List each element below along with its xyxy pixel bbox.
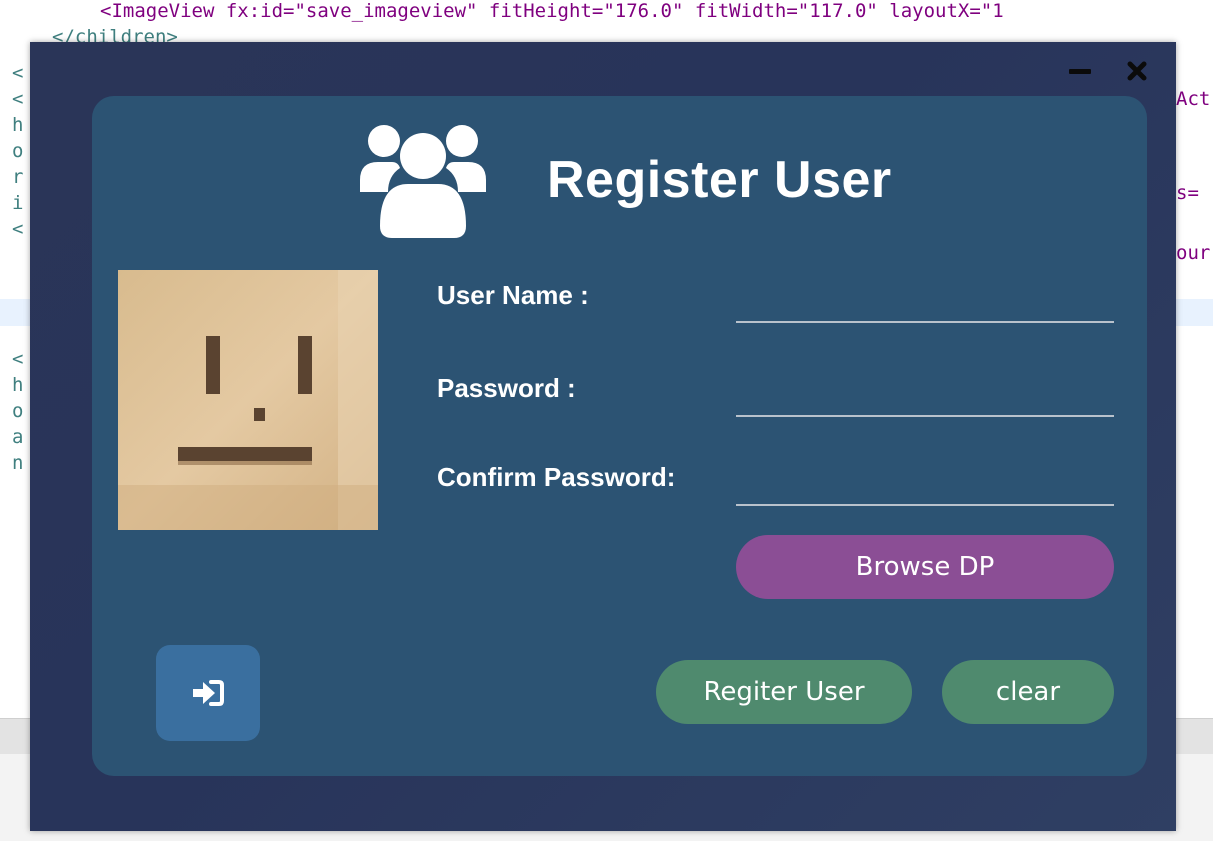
back-login-button[interactable] — [156, 645, 260, 741]
register-user-window: Register User User Name : Password : Con… — [30, 42, 1176, 831]
ide-code-line: a — [12, 426, 24, 448]
form-card: Register User User Name : Password : Con… — [92, 96, 1147, 776]
sign-in-arrow-icon — [193, 680, 224, 706]
ide-code-line: r — [12, 166, 24, 188]
profile-picture — [118, 270, 378, 530]
close-icon — [1127, 61, 1147, 81]
password-label: Password : — [437, 373, 576, 403]
ide-code-line: our — [1176, 242, 1211, 264]
ide-code-line: < — [12, 348, 24, 370]
page-title: Register User — [547, 151, 892, 209]
ide-code-line: i — [12, 192, 24, 214]
ide-code-line: s= — [1176, 182, 1199, 204]
minimize-icon — [1069, 68, 1091, 74]
ide-code-line: o — [12, 140, 24, 162]
clear-button[interactable]: clear — [942, 660, 1114, 724]
ide-code-line: < — [12, 62, 24, 84]
register-user-button[interactable]: Regiter User — [656, 660, 912, 724]
confirm-password-label: Confirm Password: — [437, 462, 676, 492]
user-name-label: User Name : — [437, 280, 589, 310]
ide-code-line: o — [12, 400, 24, 422]
password-input[interactable] — [736, 377, 1114, 417]
user-name-input[interactable] — [736, 283, 1114, 323]
ide-code-line: < — [12, 88, 24, 110]
browse-dp-button[interactable]: Browse DP — [736, 535, 1114, 599]
ide-code-line: Act — [1176, 88, 1211, 110]
ide-code-line: < — [12, 218, 24, 240]
minimize-button[interactable] — [1066, 58, 1094, 84]
close-button[interactable] — [1123, 58, 1151, 84]
ide-code-line: <ImageView fx:id="save_imageview" fitHei… — [100, 0, 1004, 22]
ide-code-line: n — [12, 452, 24, 474]
confirm-password-input[interactable] — [736, 466, 1114, 506]
ide-code-line: h — [12, 374, 24, 396]
ide-code-line: h — [12, 114, 24, 136]
users-group-icon — [360, 125, 486, 238]
